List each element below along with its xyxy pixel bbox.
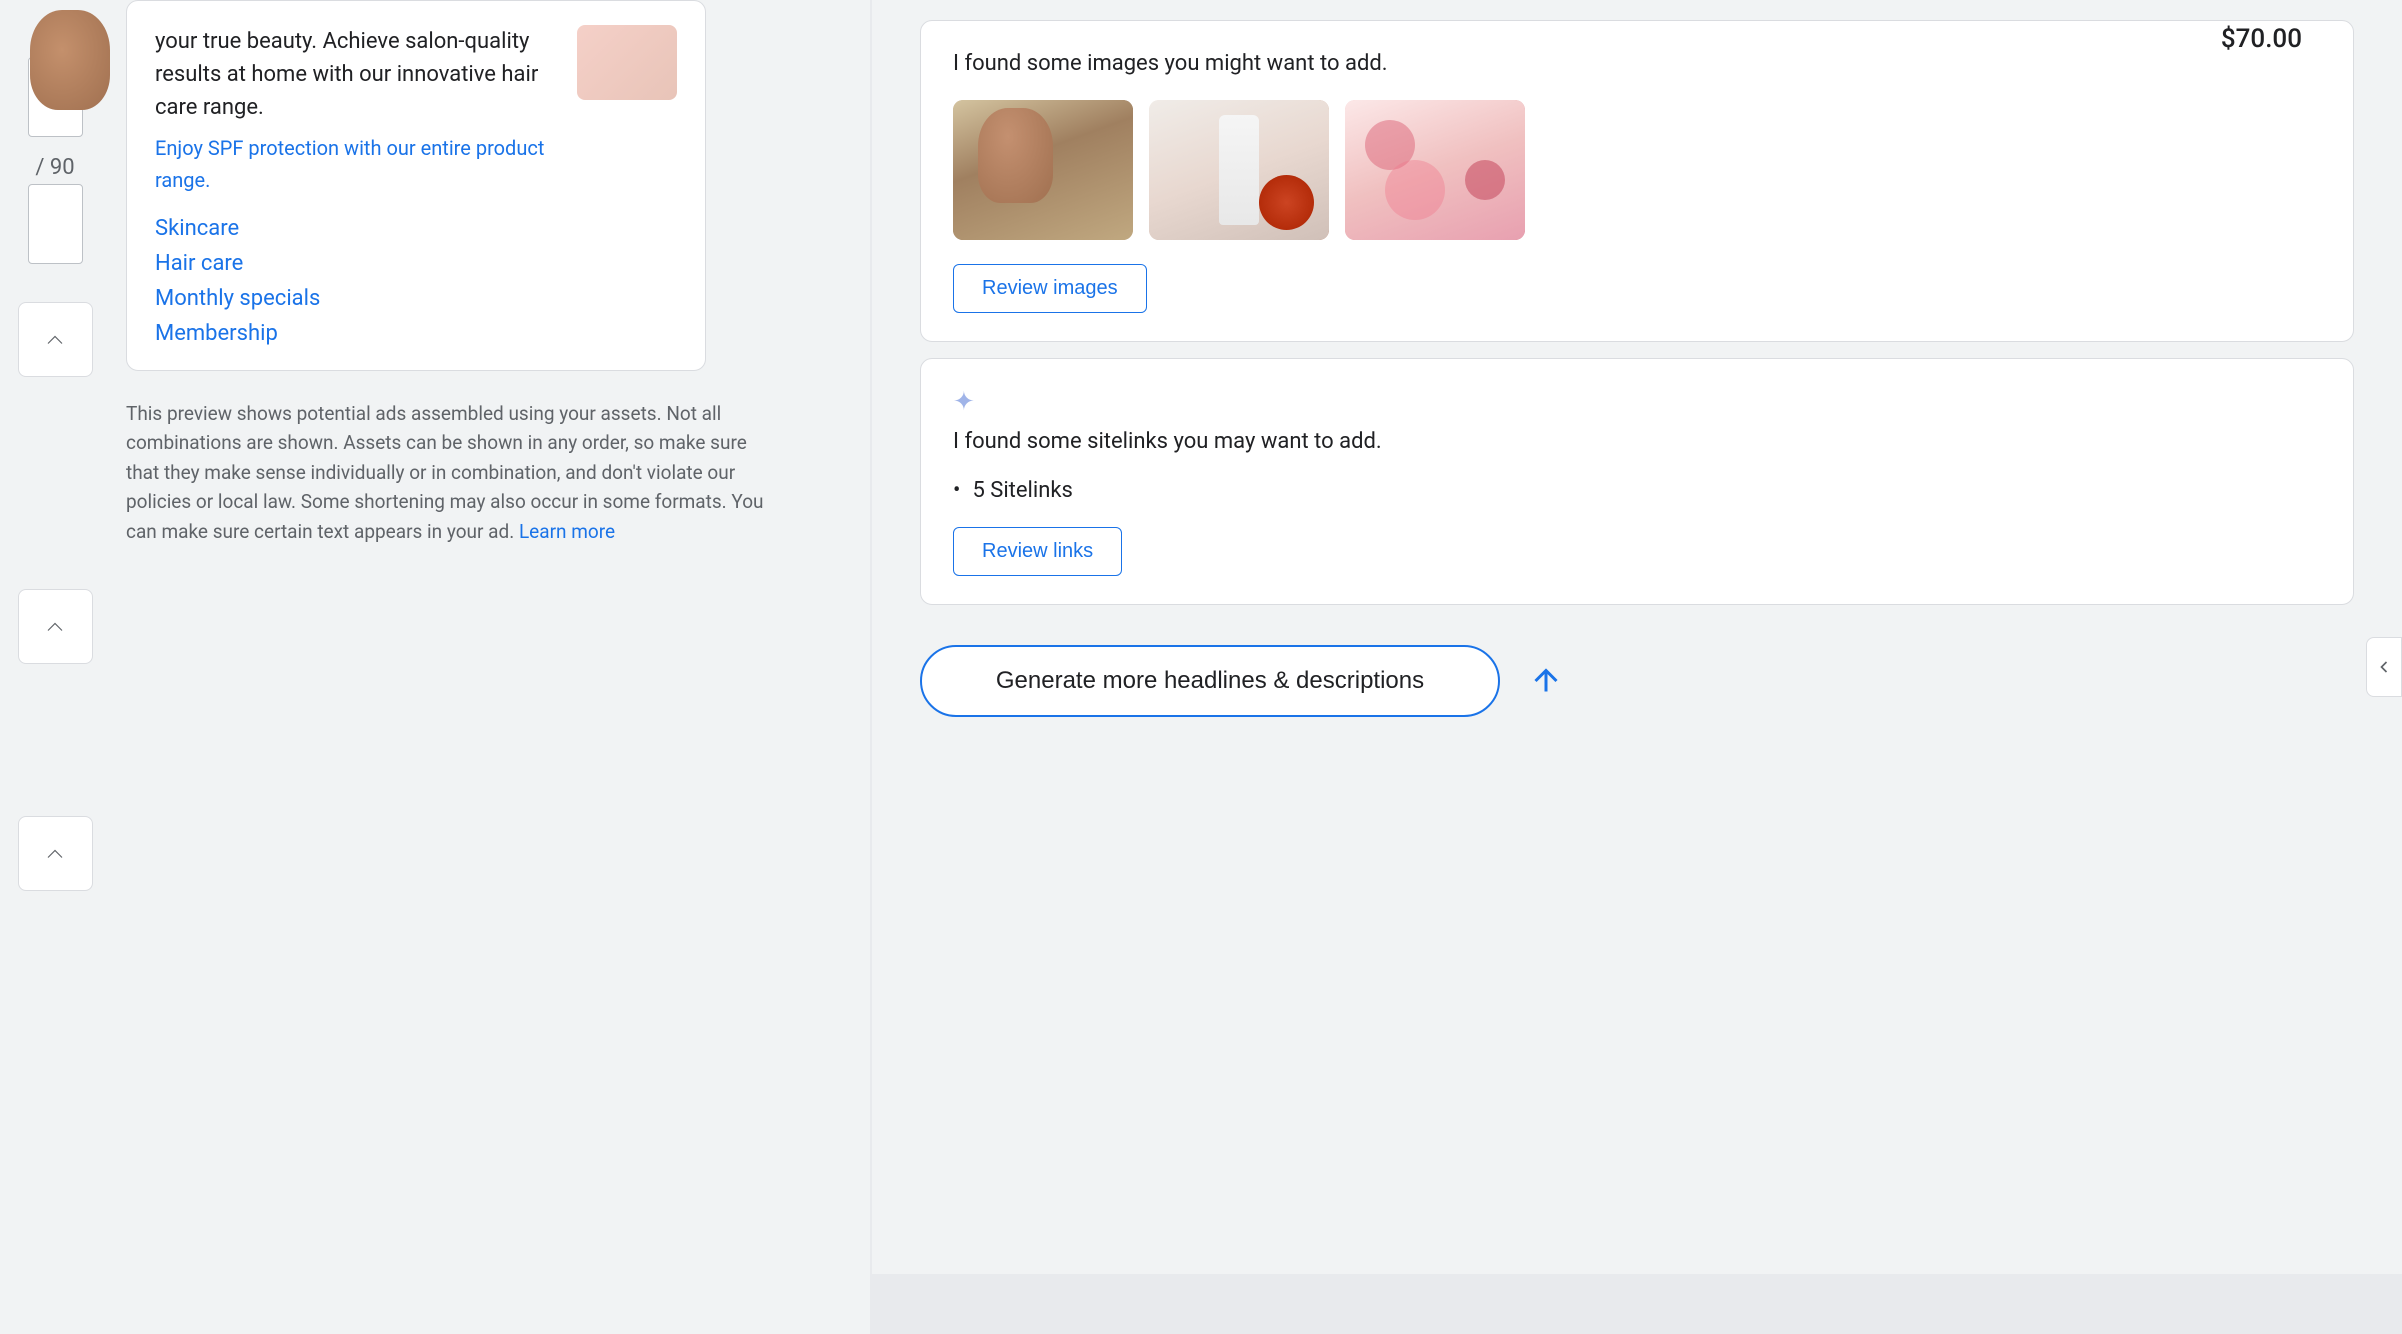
generate-headlines-button[interactable]: Generate more headlines & descriptions (920, 645, 1500, 717)
sitelinks-title: I found some sitelinks you may want to a… (953, 427, 2321, 458)
nav-link-membership[interactable]: Membership (155, 321, 677, 346)
left-panel: / 90 / 90 your true beauty. Achieve sal (0, 0, 870, 1334)
sidebar-groups (18, 294, 93, 891)
bottom-bar (872, 1274, 2402, 1334)
chevron-up-btn-1[interactable] (18, 302, 93, 377)
ad-card-inner: your true beauty. Achieve salon-quality … (155, 25, 677, 196)
img-flower (1259, 175, 1314, 230)
ad-preview-card: your true beauty. Achieve salon-quality … (126, 0, 706, 371)
suggested-image-2[interactable] (1149, 100, 1329, 240)
sidebar-controls: / 90 / 90 (0, 0, 110, 1334)
sitelinks-count: 5 Sitelinks (953, 474, 2321, 507)
chevron-up-btn-3[interactable] (18, 816, 93, 891)
disclaimer-text: This preview shows potential ads assembl… (126, 402, 764, 543)
img-circle-3 (1385, 160, 1445, 220)
sitelinks-suggestion-card: ✦ I found some sitelinks you may want to… (920, 358, 2354, 605)
collapse-panel-button[interactable] (2366, 637, 2402, 697)
ad-link-text: Enjoy SPF protection with our entire pro… (155, 132, 561, 196)
images-suggestion-title: I found some images you might want to ad… (953, 49, 2321, 80)
nav-link-skincare[interactable]: Skincare (155, 216, 677, 241)
chevron-up-btn-2[interactable] (18, 589, 93, 664)
images-suggestion-card: I found some images you might want to ad… (920, 20, 2354, 342)
suggested-image-1[interactable] (953, 100, 1133, 240)
nav-link-haircare[interactable]: Hair care (155, 251, 677, 276)
ad-card-text: your true beauty. Achieve salon-quality … (155, 25, 561, 196)
nav-link-monthly-specials[interactable]: Monthly specials (155, 286, 677, 311)
counter-2-label: / 90 (35, 155, 74, 180)
sitelinks-list: 5 Sitelinks (953, 474, 2321, 507)
generate-area: Generate more headlines & descriptions (920, 645, 2354, 749)
review-links-button[interactable]: Review links (953, 527, 1122, 576)
suggested-image-3[interactable] (1345, 100, 1525, 240)
learn-more-link[interactable]: Learn more (519, 520, 615, 543)
ad-image-thumbnail (577, 25, 677, 100)
img-bottle (1219, 115, 1259, 225)
char-counter-2: / 90 (28, 147, 83, 264)
right-panel: $70.00 I found some images you might wan… (872, 0, 2402, 1334)
preview-disclaimer: This preview shows potential ads assembl… (126, 399, 776, 546)
sparkle-icon: ✦ (953, 387, 2321, 417)
img-face-1 (978, 108, 1053, 203)
counter-box-2 (28, 184, 83, 264)
review-images-button[interactable]: Review images (953, 264, 1147, 313)
main-content-area: your true beauty. Achieve salon-quality … (110, 0, 870, 1334)
price-label: $70.00 (2221, 24, 2302, 54)
ad-body-text: your true beauty. Achieve salon-quality … (155, 25, 561, 124)
images-row (953, 100, 2321, 240)
send-icon-button[interactable] (1516, 651, 1576, 711)
ad-nav-links: Skincare Hair care Monthly specials Memb… (155, 216, 677, 346)
img-circle-2 (1465, 160, 1505, 200)
